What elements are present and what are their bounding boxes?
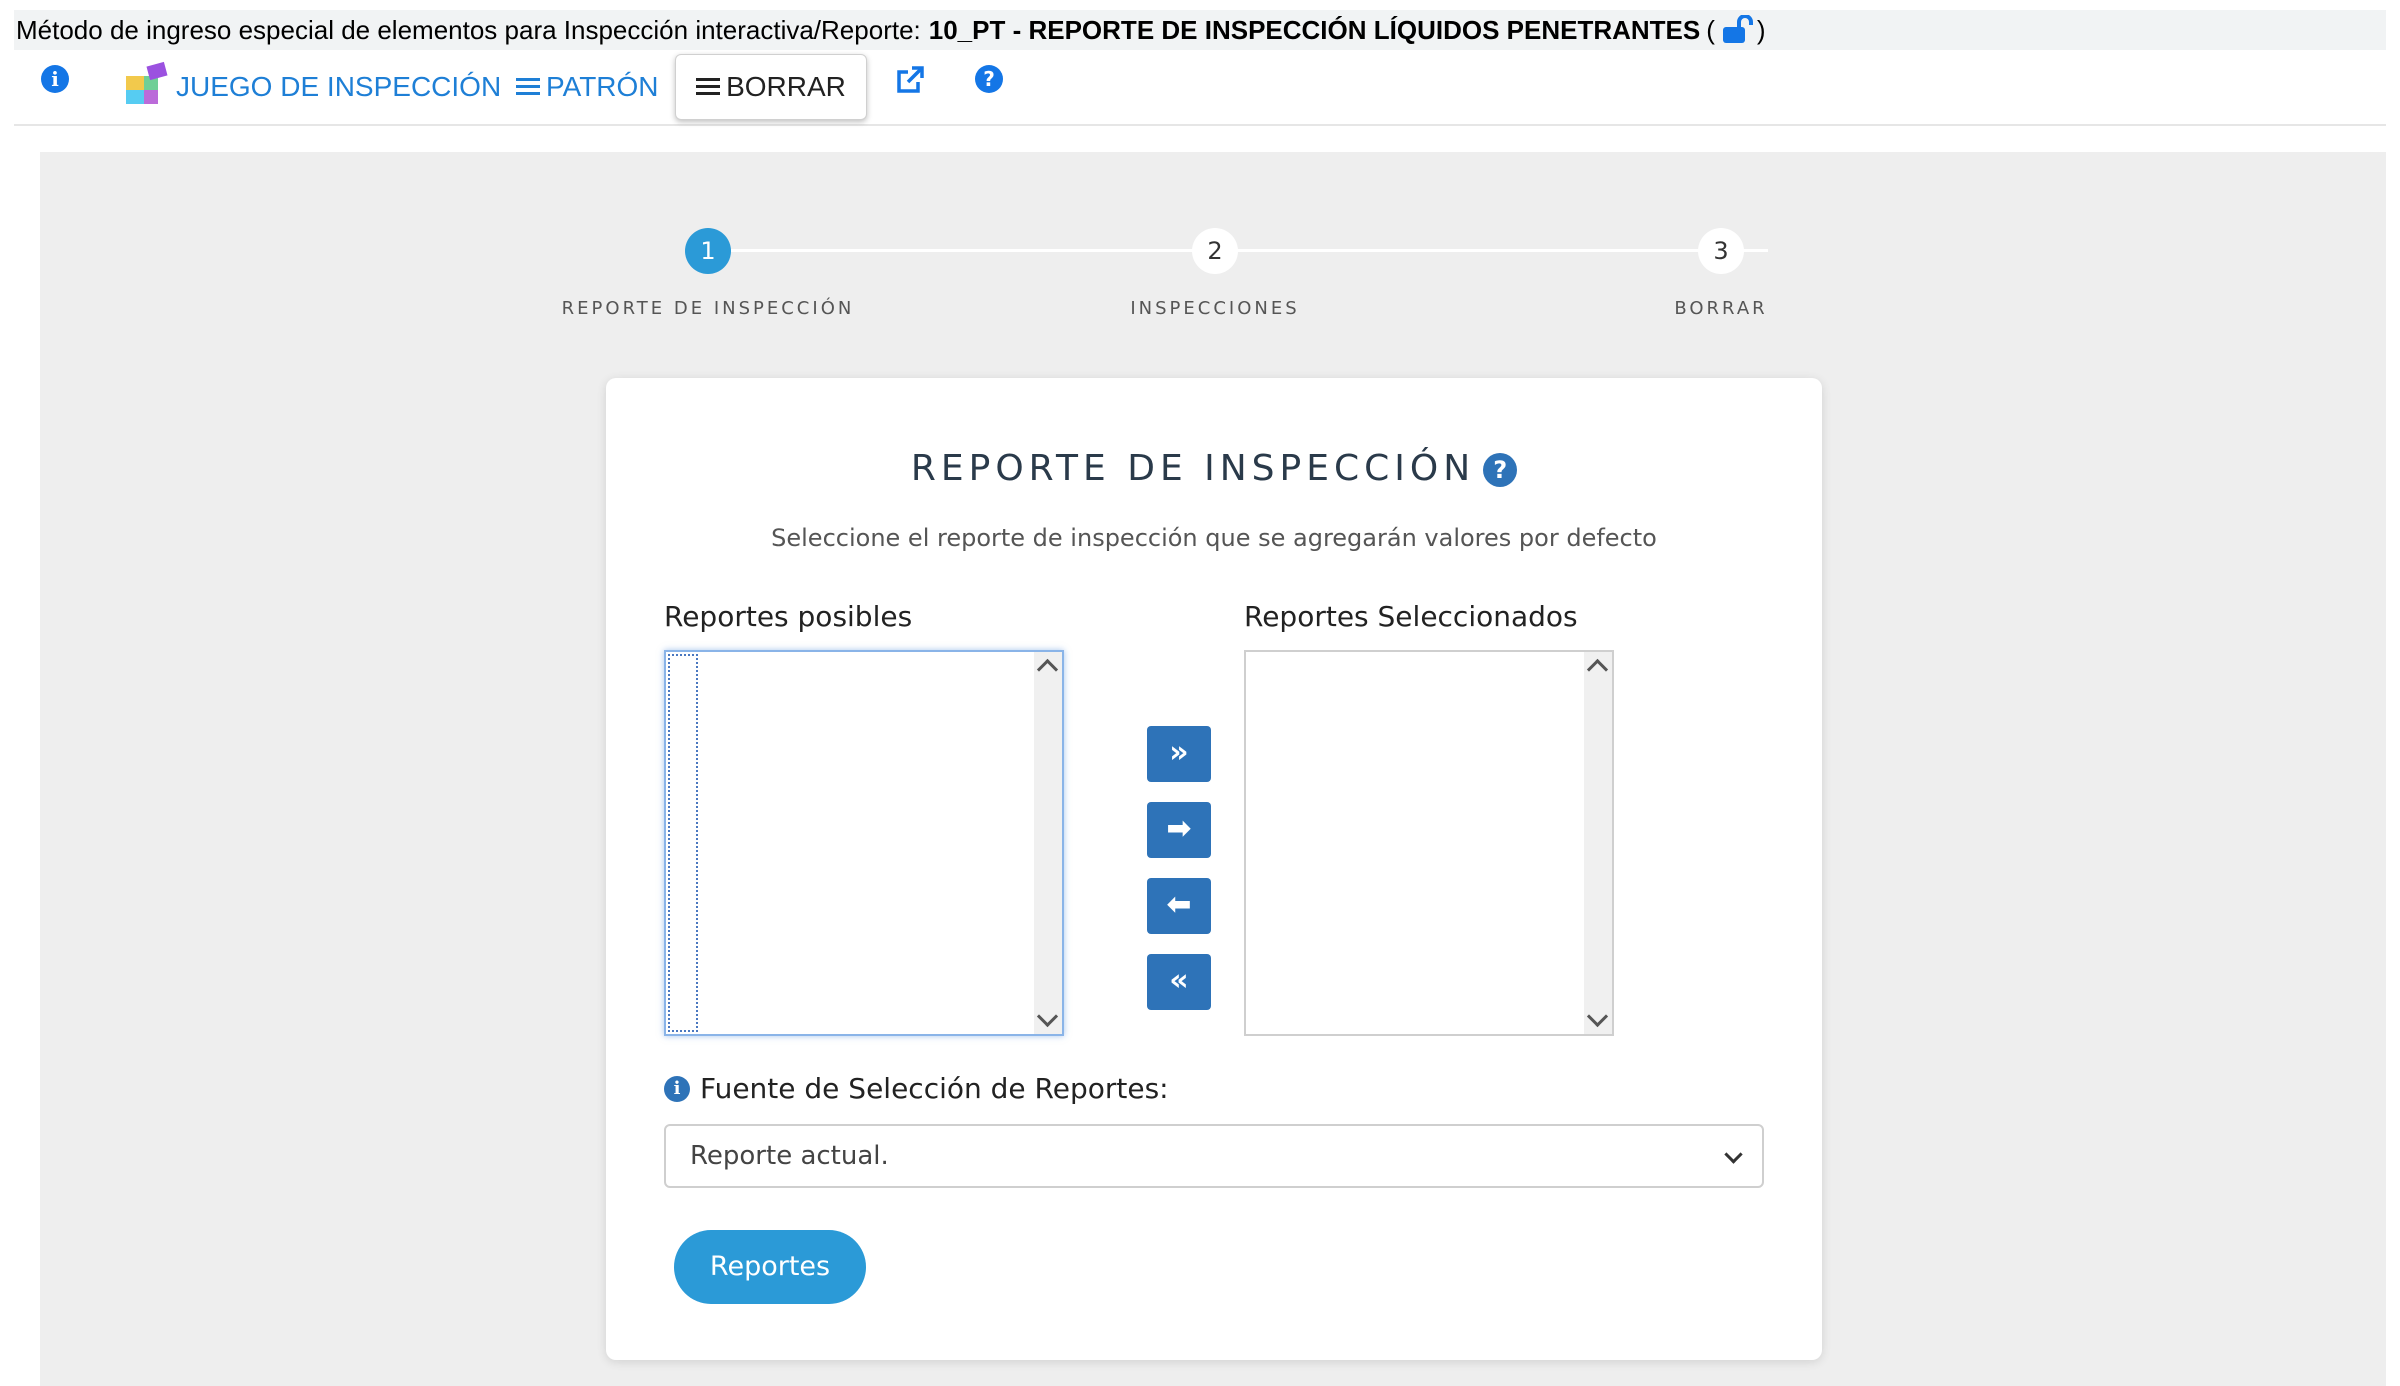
card-title: REPORTE DE INSPECCIÓN? bbox=[606, 448, 1822, 489]
move-left-button[interactable]: ⬅ bbox=[1147, 878, 1211, 934]
step-1-label: REPORTE DE INSPECCIÓN bbox=[561, 298, 855, 319]
patron-button[interactable]: PATRÓN bbox=[516, 62, 659, 112]
borrar-button[interactable]: BORRAR bbox=[675, 54, 867, 120]
stepper-track bbox=[708, 249, 1768, 252]
toolbar: i JUEGO DE INSPECCIÓN PATRÓN BORRAR ? bbox=[14, 50, 2386, 126]
report-source-value: Reporte actual. bbox=[690, 1141, 889, 1171]
report-source-label-text: Fuente de Selección de Reportes: bbox=[700, 1072, 1169, 1105]
window-titlebar: Método de ingreso especial de elementos … bbox=[14, 10, 2386, 50]
help-icon[interactable]: ? bbox=[975, 65, 1003, 93]
title-prefix: Método de ingreso especial de elementos … bbox=[16, 15, 921, 45]
report-selection-card: REPORTE DE INSPECCIÓN? Seleccione el rep… bbox=[606, 378, 1822, 1360]
menu-icon bbox=[696, 78, 721, 96]
chevron-down-icon bbox=[1724, 1145, 1743, 1164]
scroll-down-icon[interactable] bbox=[1586, 1005, 1609, 1028]
step-2-label: INSPECCIONES bbox=[1130, 298, 1300, 319]
menu-icon bbox=[516, 78, 540, 96]
borrar-label: BORRAR bbox=[726, 71, 846, 102]
scroll-up-icon[interactable] bbox=[1586, 658, 1609, 681]
focus-outline bbox=[668, 654, 698, 1032]
report-name: 10_PT - REPORTE DE INSPECCIÓN LÍQUIDOS P… bbox=[928, 15, 1701, 45]
available-reports-label: Reportes posibles bbox=[664, 600, 913, 633]
move-right-button[interactable]: ➡ bbox=[1147, 802, 1211, 858]
info-icon[interactable]: i bbox=[41, 65, 69, 93]
title-open-paren: ( bbox=[1706, 15, 1715, 45]
unlocked-lock-icon[interactable] bbox=[1721, 14, 1757, 45]
main-content: 1 REPORTE DE INSPECCIÓN 2 INSPECCIONES 3… bbox=[40, 152, 2386, 1386]
move-all-left-button[interactable]: « bbox=[1147, 954, 1211, 1010]
selected-reports-list[interactable] bbox=[1244, 650, 1614, 1036]
scrollbar[interactable] bbox=[1584, 652, 1612, 1034]
reportes-button[interactable]: Reportes bbox=[674, 1230, 866, 1304]
juego-label: JUEGO DE INSPECCIÓN bbox=[176, 71, 502, 102]
juego-de-inspeccion-button[interactable]: JUEGO DE INSPECCIÓN bbox=[122, 60, 502, 115]
step-3-label: BORRAR bbox=[1674, 298, 1768, 319]
step-2-indicator[interactable]: 2 bbox=[1192, 228, 1238, 274]
puzzle-icon bbox=[122, 60, 170, 115]
available-reports-list[interactable] bbox=[664, 650, 1064, 1036]
report-source-select[interactable]: Reporte actual. bbox=[664, 1124, 1764, 1188]
selected-reports-label: Reportes Seleccionados bbox=[1244, 600, 1578, 633]
card-title-text: REPORTE DE INSPECCIÓN bbox=[910, 448, 1476, 489]
move-all-right-button[interactable]: » bbox=[1147, 726, 1211, 782]
title-close-paren: ) bbox=[1756, 15, 1766, 45]
scroll-up-icon[interactable] bbox=[1036, 658, 1059, 681]
card-subtitle: Seleccione el reporte de inspección que … bbox=[771, 524, 1657, 552]
scroll-down-icon[interactable] bbox=[1036, 1005, 1059, 1028]
help-icon[interactable]: ? bbox=[1483, 453, 1518, 487]
step-3-indicator[interactable]: 3 bbox=[1698, 228, 1744, 274]
scrollbar[interactable] bbox=[1034, 652, 1062, 1034]
patron-label: PATRÓN bbox=[546, 71, 659, 102]
step-1-indicator[interactable]: 1 bbox=[685, 228, 731, 274]
report-source-label: i Fuente de Selección de Reportes: bbox=[664, 1072, 1169, 1105]
info-icon[interactable]: i bbox=[664, 1075, 690, 1102]
external-link-icon[interactable] bbox=[894, 64, 926, 101]
